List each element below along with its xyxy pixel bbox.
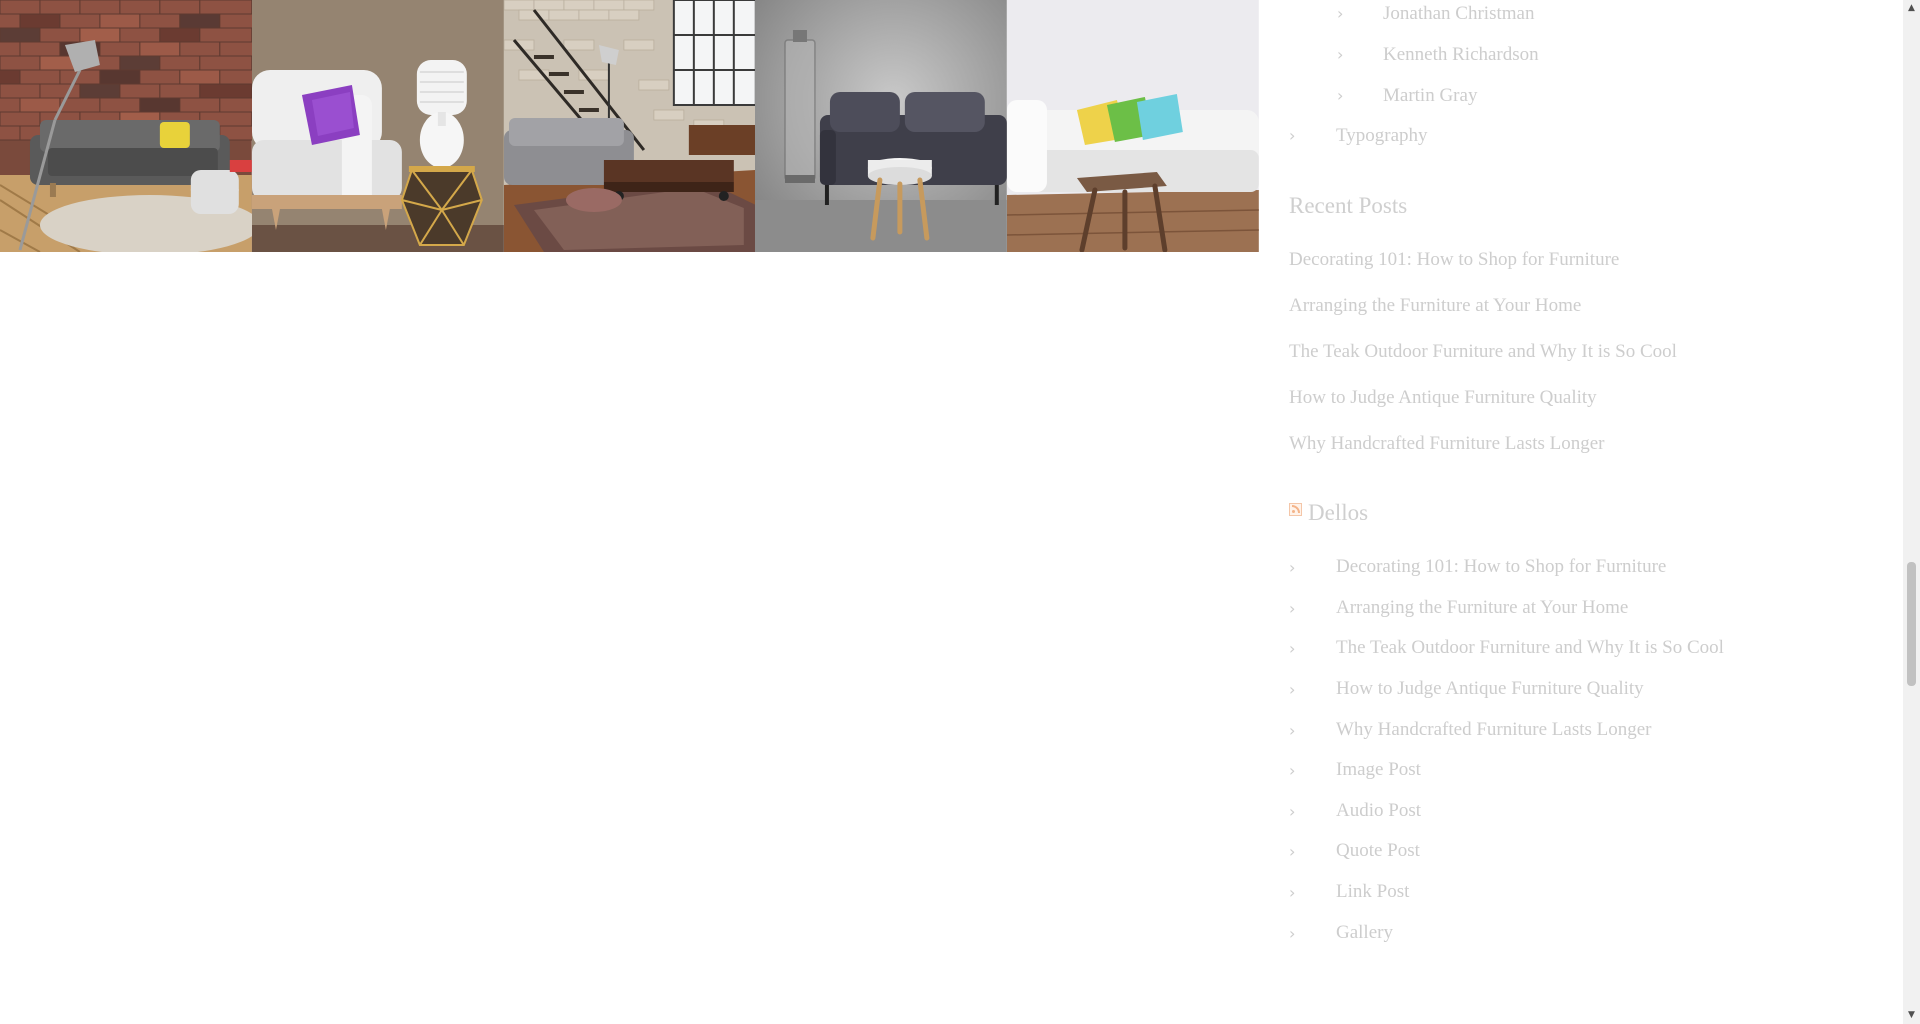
chevron-right-icon: ›: [1289, 680, 1296, 699]
rss-feed-item[interactable]: Quote Post: [1336, 839, 1420, 863]
chevron-right-icon: ›: [1337, 86, 1344, 105]
gallery-image-white-sofa-colorful-pillows[interactable]: [1007, 0, 1259, 252]
rss-feed-item[interactable]: The Teak Outdoor Furniture and Why It is…: [1336, 636, 1724, 660]
category-link-typography[interactable]: Typography: [1336, 124, 1428, 148]
chevron-right-icon: ›: [1289, 883, 1296, 902]
rss-feed-title[interactable]: Dellos: [1308, 498, 1368, 528]
rss-feed-item[interactable]: Arranging the Furniture at Your Home: [1336, 596, 1628, 620]
chevron-right-icon: ›: [1289, 558, 1296, 577]
chevron-right-icon: ›: [1289, 126, 1296, 145]
recent-post-link[interactable]: Decorating 101: How to Shop for Furnitur…: [1289, 248, 1619, 272]
recent-posts-title: Recent Posts: [1289, 193, 1408, 218]
rss-feed-item[interactable]: Gallery: [1336, 921, 1393, 945]
recent-post-link[interactable]: The Teak Outdoor Furniture and Why It is…: [1289, 340, 1677, 364]
scrollbar-thumb[interactable]: [1907, 562, 1916, 686]
rss-feed-item[interactable]: Link Post: [1336, 880, 1409, 904]
author-link-martin-gray[interactable]: Martin Gray: [1383, 84, 1477, 108]
rss-feed-item[interactable]: Why Handcrafted Furniture Lasts Longer: [1336, 718, 1652, 742]
gallery-image-grey-leather-sofa[interactable]: [755, 0, 1008, 252]
furniture-gallery: [0, 0, 1259, 252]
rss-feed-item[interactable]: Image Post: [1336, 758, 1421, 782]
chevron-right-icon: ›: [1289, 721, 1296, 740]
chevron-right-icon: ›: [1289, 761, 1296, 780]
chevron-right-icon: ›: [1289, 599, 1296, 618]
chevron-right-icon: ›: [1289, 842, 1296, 861]
scroll-up-arrow-icon[interactable]: ▲: [1903, 0, 1920, 17]
author-link-kenneth-richardson[interactable]: Kenneth Richardson: [1383, 43, 1539, 67]
gallery-image-white-sofa-purple-pillow[interactable]: [251, 0, 504, 252]
rss-feed-item[interactable]: Decorating 101: How to Shop for Furnitur…: [1336, 555, 1666, 579]
rss-icon[interactable]: [1289, 503, 1302, 516]
chevron-right-icon: ›: [1337, 45, 1344, 64]
rss-feed-item[interactable]: How to Judge Antique Furniture Quality: [1336, 677, 1644, 701]
author-link-jonathan-christman[interactable]: Jonathan Christman: [1383, 2, 1534, 26]
gallery-image-loft-staircase[interactable]: [503, 0, 756, 252]
recent-post-link[interactable]: Why Handcrafted Furniture Lasts Longer: [1289, 432, 1605, 456]
chevron-right-icon: ›: [1289, 802, 1296, 821]
gallery-image-brick-wall-sofa[interactable]: [0, 0, 252, 252]
recent-post-link[interactable]: How to Judge Antique Furniture Quality: [1289, 386, 1597, 410]
recent-post-link[interactable]: Arranging the Furniture at Your Home: [1289, 294, 1581, 318]
chevron-right-icon: ›: [1289, 924, 1296, 943]
chevron-right-icon: ›: [1289, 639, 1296, 658]
scroll-down-arrow-icon[interactable]: ▼: [1903, 1007, 1920, 1024]
vertical-scrollbar[interactable]: ▲ ▼: [1903, 0, 1920, 1024]
rss-feed-item[interactable]: Audio Post: [1336, 799, 1421, 823]
chevron-right-icon: ›: [1337, 4, 1344, 23]
